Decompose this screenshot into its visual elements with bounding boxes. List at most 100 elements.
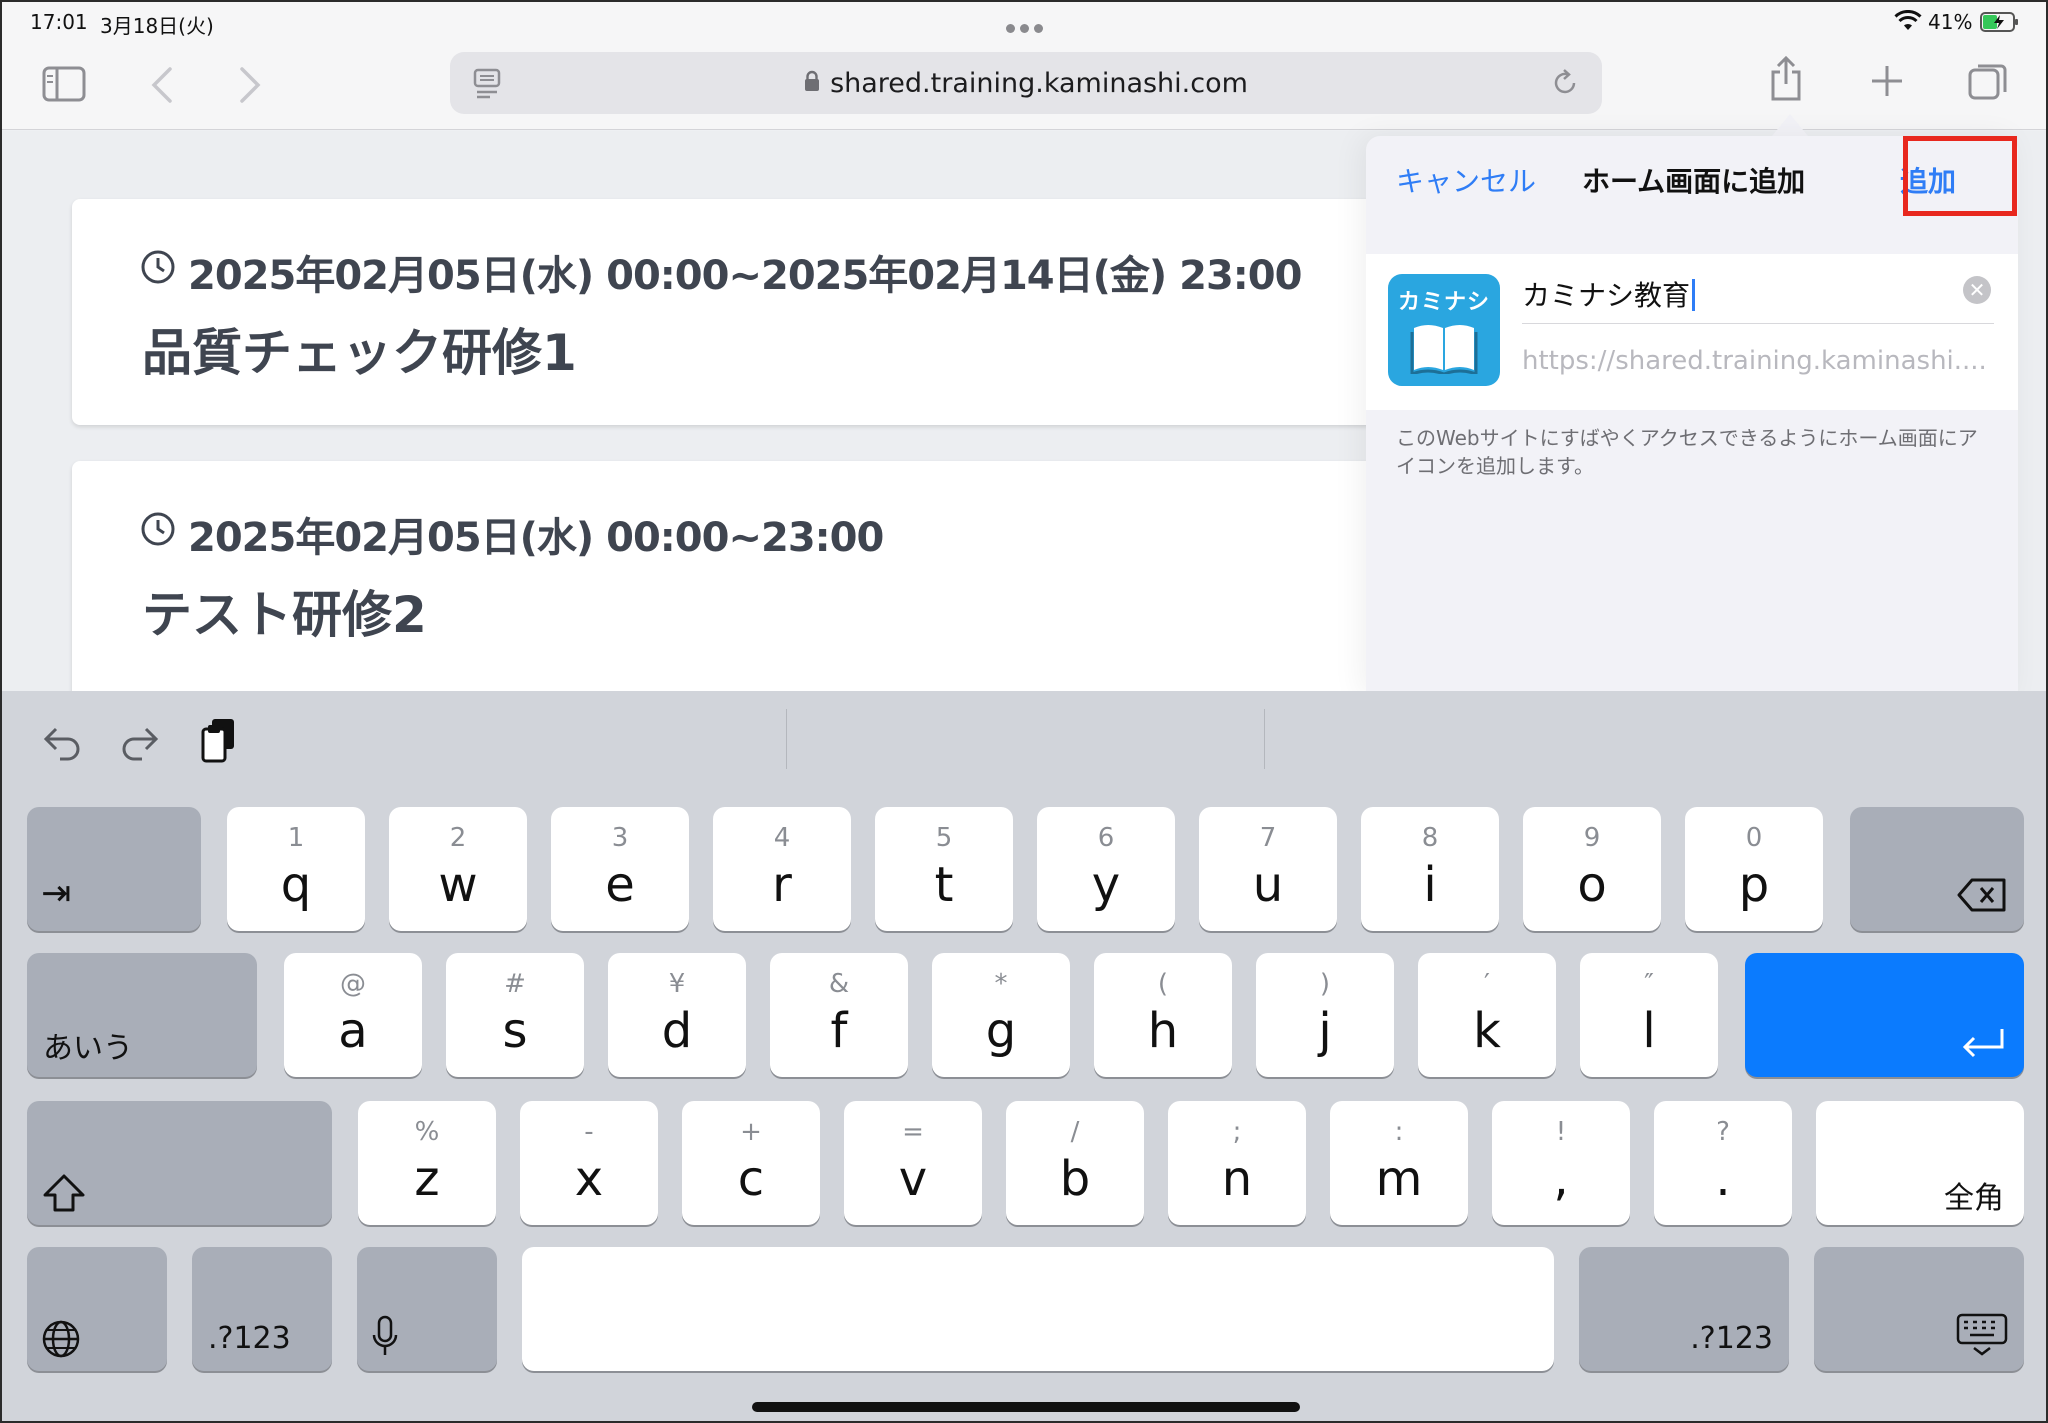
add-to-home-popover: キャンセル ホーム画面に追加 追加 カミナシ カミナシ教育 ✕ https://…	[1366, 136, 2018, 696]
url-display[interactable]: shared.training.kaminashi.com	[450, 68, 1602, 99]
shift-icon	[43, 1174, 85, 1212]
kana-key[interactable]: あいう	[27, 953, 257, 1077]
clear-text-icon[interactable]: ✕	[1963, 276, 1991, 304]
key-f[interactable]: & f	[770, 953, 908, 1077]
key-primary-label: d	[661, 1003, 693, 1059]
key-primary-label: c	[737, 1151, 765, 1207]
shortcut-name-input[interactable]: カミナシ教育	[1522, 268, 1994, 324]
key-primary-label: g	[985, 1003, 1017, 1059]
add-button-highlight	[1903, 136, 2017, 216]
key-secondary-label: ?	[1716, 1117, 1730, 1147]
key-,[interactable]: !,	[1492, 1101, 1630, 1225]
dictation-key[interactable]	[357, 1247, 497, 1371]
key-secondary-label: #	[504, 969, 526, 999]
return-icon	[1962, 1029, 2004, 1058]
key-secondary-label: 0	[1745, 823, 1763, 853]
key-x[interactable]: -x	[520, 1101, 658, 1225]
address-bar[interactable]: shared.training.kaminashi.com	[450, 52, 1602, 114]
key-secondary-label: 1	[287, 823, 305, 853]
bookmark-row: カミナシ カミナシ教育 ✕ https://shared.training.ka…	[1366, 254, 2018, 410]
key-secondary-label: 7	[1259, 823, 1277, 853]
key-c[interactable]: + c	[682, 1101, 820, 1225]
key-secondary-label: =	[902, 1117, 924, 1147]
popover-description: このWebサイトにすばやくアクセスできるようにホーム画面にアイコンを追加します。	[1396, 426, 1978, 478]
key-e[interactable]: 3e	[551, 807, 689, 931]
numbers-key-left[interactable]: .?123	[192, 1247, 332, 1371]
key-w[interactable]: 2w	[389, 807, 527, 931]
key-primary-label: o	[1577, 857, 1607, 913]
key-secondary-label: %	[414, 1117, 440, 1147]
key-primary-label: y	[1091, 857, 1121, 913]
key-n[interactable]: ; n	[1168, 1101, 1306, 1225]
multitasking-dots-icon[interactable]	[1006, 18, 1048, 33]
key-y[interactable]: 6y	[1037, 807, 1175, 931]
back-icon[interactable]	[150, 66, 174, 104]
globe-key[interactable]	[27, 1247, 167, 1371]
return-key[interactable]	[1745, 953, 2024, 1077]
clock-icon	[141, 250, 175, 284]
key-k[interactable]: ′ k	[1418, 953, 1556, 1077]
key-d[interactable]: ¥ d	[608, 953, 746, 1077]
shift-key[interactable]	[27, 1101, 332, 1225]
key-primary-label: v	[898, 1151, 928, 1207]
key-b[interactable]: / b	[1006, 1101, 1144, 1225]
prediction-divider	[1264, 709, 1265, 769]
numbers-key-right[interactable]: .?123	[1579, 1247, 1789, 1371]
key-v[interactable]: = v	[844, 1101, 982, 1225]
key-m[interactable]: :m	[1330, 1101, 1468, 1225]
dismiss-keyboard-key[interactable]	[1814, 1247, 2024, 1371]
key-secondary-label: 8	[1421, 823, 1439, 853]
training-card[interactable]: 2025年02月05日(水) 00:00~23:00 テスト研修2	[72, 461, 1472, 701]
prediction-divider	[786, 709, 787, 769]
key-secondary-label: :	[1394, 1117, 1404, 1147]
tab-key[interactable]: ⇥	[27, 807, 201, 931]
globe-icon	[42, 1320, 80, 1358]
key-s[interactable]: # s	[446, 953, 584, 1077]
key-r[interactable]: 4r	[713, 807, 851, 931]
home-indicator[interactable]	[752, 1402, 1300, 1412]
key-h[interactable]: (h	[1094, 953, 1232, 1077]
key-j[interactable]: ) j	[1256, 953, 1394, 1077]
key-p[interactable]: 0p	[1685, 807, 1823, 931]
key-secondary-label: ″	[1644, 969, 1654, 999]
key-z[interactable]: % z	[358, 1101, 496, 1225]
key-g[interactable]: * g	[932, 953, 1070, 1077]
undo-icon[interactable]	[42, 725, 82, 761]
key-u[interactable]: 7u	[1199, 807, 1337, 931]
key-secondary-label: 5	[935, 823, 953, 853]
key-primary-label: e	[605, 857, 635, 913]
key-q[interactable]: 1q	[227, 807, 365, 931]
key-secondary-label: 9	[1583, 823, 1601, 853]
app-icon-label: カミナシ	[1397, 290, 1490, 315]
key-primary-label: f	[830, 1003, 848, 1059]
key-secondary-label: ′	[1484, 969, 1490, 999]
space-key[interactable]	[522, 1247, 1554, 1371]
key-i[interactable]: 8i	[1361, 807, 1499, 931]
key-t[interactable]: 5t	[875, 807, 1013, 931]
key-l[interactable]: ″ l	[1580, 953, 1718, 1077]
key-primary-label: s	[502, 1003, 528, 1059]
key-primary-label: h	[1147, 1003, 1179, 1059]
reload-icon[interactable]	[1550, 68, 1580, 98]
key-a[interactable]: @ a	[284, 953, 422, 1077]
cancel-button[interactable]: キャンセル	[1396, 160, 1536, 200]
zenkaku-key[interactable]: 全角	[1816, 1101, 2024, 1225]
keyboard-dismiss-icon	[1956, 1313, 2008, 1356]
key-secondary-label: *	[994, 969, 1008, 999]
sidebar-icon[interactable]	[42, 66, 86, 102]
key-primary-label: ,	[1553, 1151, 1569, 1207]
key-o[interactable]: 9o	[1523, 807, 1661, 931]
paste-icon[interactable]	[200, 717, 238, 763]
battery-charging-icon	[1980, 12, 2018, 32]
new-tab-icon[interactable]	[1870, 64, 1904, 98]
share-icon[interactable]	[1768, 56, 1804, 102]
training-card[interactable]: 2025年02月05日(水) 00:00~2025年02月14日(金) 23:0…	[72, 199, 1472, 425]
app-icon: カミナシ	[1388, 274, 1500, 386]
tabs-icon[interactable]	[1968, 62, 2008, 102]
delete-key[interactable]	[1850, 807, 2024, 931]
key-.[interactable]: ?.	[1654, 1101, 1792, 1225]
redo-icon[interactable]	[120, 725, 160, 761]
forward-icon[interactable]	[238, 66, 262, 104]
key-primary-label: m	[1375, 1151, 1423, 1207]
key-primary-label: l	[1642, 1003, 1656, 1059]
